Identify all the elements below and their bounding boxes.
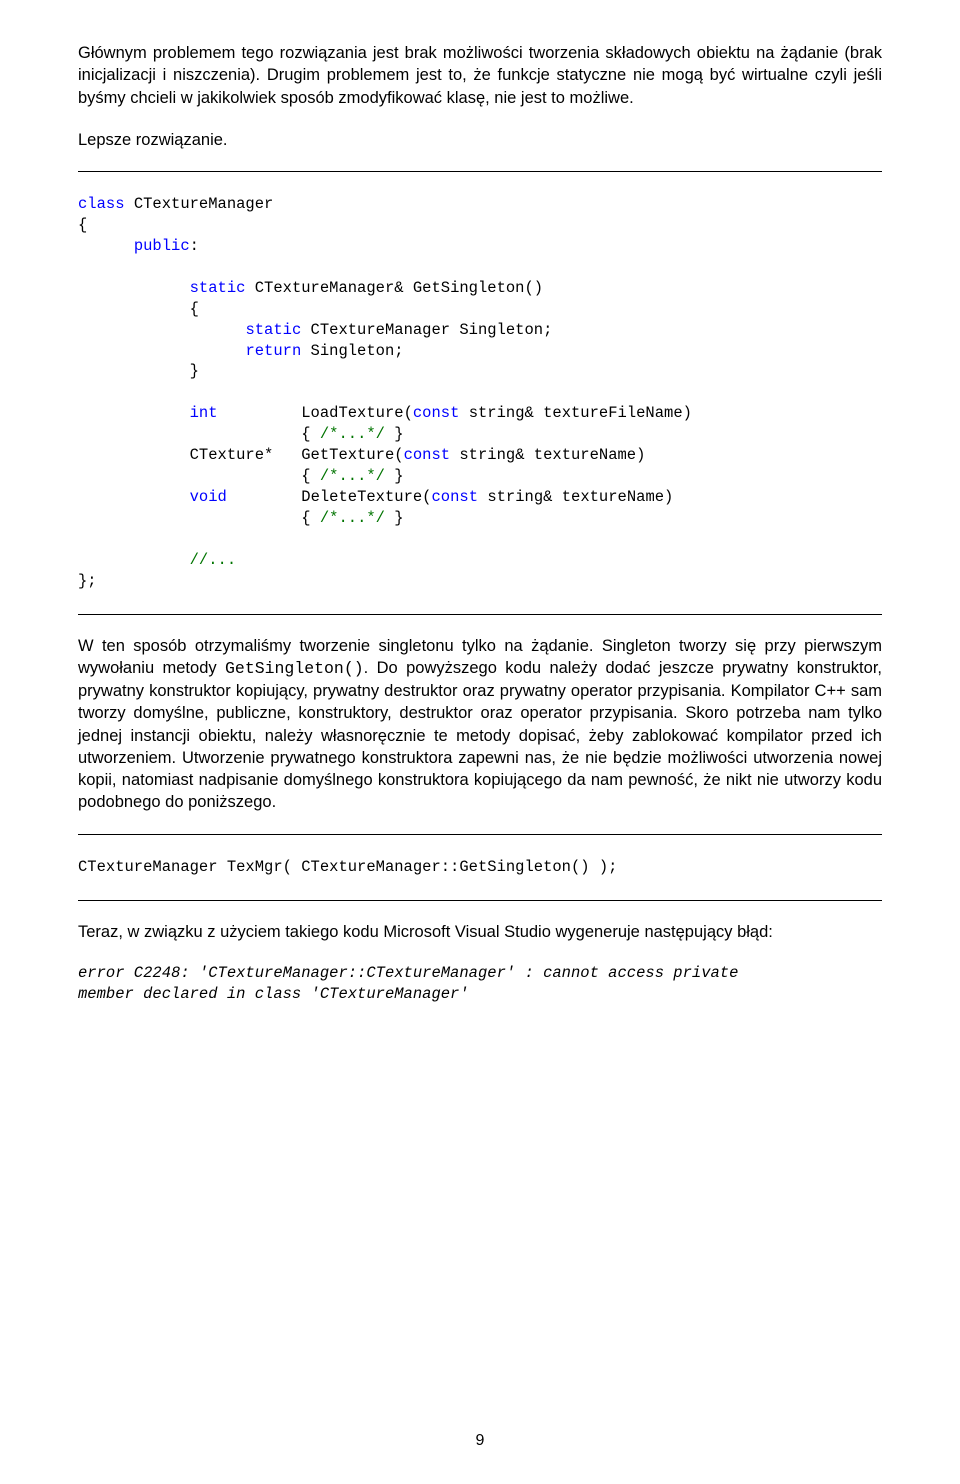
rule-3 <box>78 834 882 835</box>
code-block-1: class CTextureManager { public: static C… <box>78 194 882 592</box>
code-text: Singleton; <box>301 342 403 360</box>
comment: /*...*/ <box>320 509 385 527</box>
kw-return: return <box>245 342 301 360</box>
code-text: { <box>301 509 320 527</box>
kw-public: public <box>134 237 190 255</box>
code-text: CTextureManager& GetSingleton() <box>245 279 543 297</box>
rule-1 <box>78 171 882 172</box>
code-text: CTexture* GetTexture( <box>190 446 404 464</box>
code-text: LoadTexture( <box>301 404 413 422</box>
code-text: CTextureManager <box>125 195 274 213</box>
comment: /*...*/ <box>320 425 385 443</box>
error-line-2: member declared in class 'CTextureManage… <box>78 985 469 1003</box>
code-text: { <box>190 300 199 318</box>
kw-int: int <box>190 404 218 422</box>
code-text: } <box>385 509 404 527</box>
code-text: string& textureFileName) <box>459 404 692 422</box>
code-block-2: CTextureManager TexMgr( CTextureManager:… <box>78 857 882 878</box>
rule-4 <box>78 900 882 901</box>
paragraph-3: W ten sposób otrzymaliśmy tworzenie sing… <box>78 635 882 814</box>
code-text: } <box>190 362 199 380</box>
code-text: { <box>301 467 320 485</box>
kw-static: static <box>190 279 246 297</box>
kw-const: const <box>413 404 460 422</box>
code-text: string& textureName) <box>478 488 673 506</box>
kw-class: class <box>78 195 125 213</box>
para3-text-b: . Do powyższego kodu należy dodać jeszcz… <box>78 659 882 812</box>
inline-code: GetSingleton() <box>225 659 364 678</box>
kw-const: const <box>404 446 451 464</box>
code-text: { <box>301 425 320 443</box>
code-text: string& textureName) <box>450 446 645 464</box>
code-text: CTextureManager Singleton; <box>301 321 552 339</box>
error-line-1: error C2248: 'CTextureManager::CTextureM… <box>78 964 738 982</box>
kw-const: const <box>432 488 479 506</box>
comment: /*...*/ <box>320 467 385 485</box>
kw-void: void <box>190 488 227 506</box>
code-text: } <box>385 467 404 485</box>
paragraph-2: Lepsze rozwiązanie. <box>78 129 882 151</box>
code-text: } <box>385 425 404 443</box>
code-text: { <box>78 216 87 234</box>
code-text: CTextureManager TexMgr( CTextureManager:… <box>78 858 618 876</box>
paragraph-1: Głównym problemem tego rozwiązania jest … <box>78 42 882 109</box>
code-text: DeleteTexture( <box>301 488 431 506</box>
rule-2 <box>78 614 882 615</box>
paragraph-4: Teraz, w związku z użyciem takiego kodu … <box>78 921 882 943</box>
code-text: : <box>190 237 199 255</box>
comment: //... <box>190 551 237 569</box>
page-number: 9 <box>0 1430 960 1452</box>
kw-static: static <box>245 321 301 339</box>
code-block-3: error C2248: 'CTextureManager::CTextureM… <box>78 963 882 1005</box>
code-text: }; <box>78 572 97 590</box>
